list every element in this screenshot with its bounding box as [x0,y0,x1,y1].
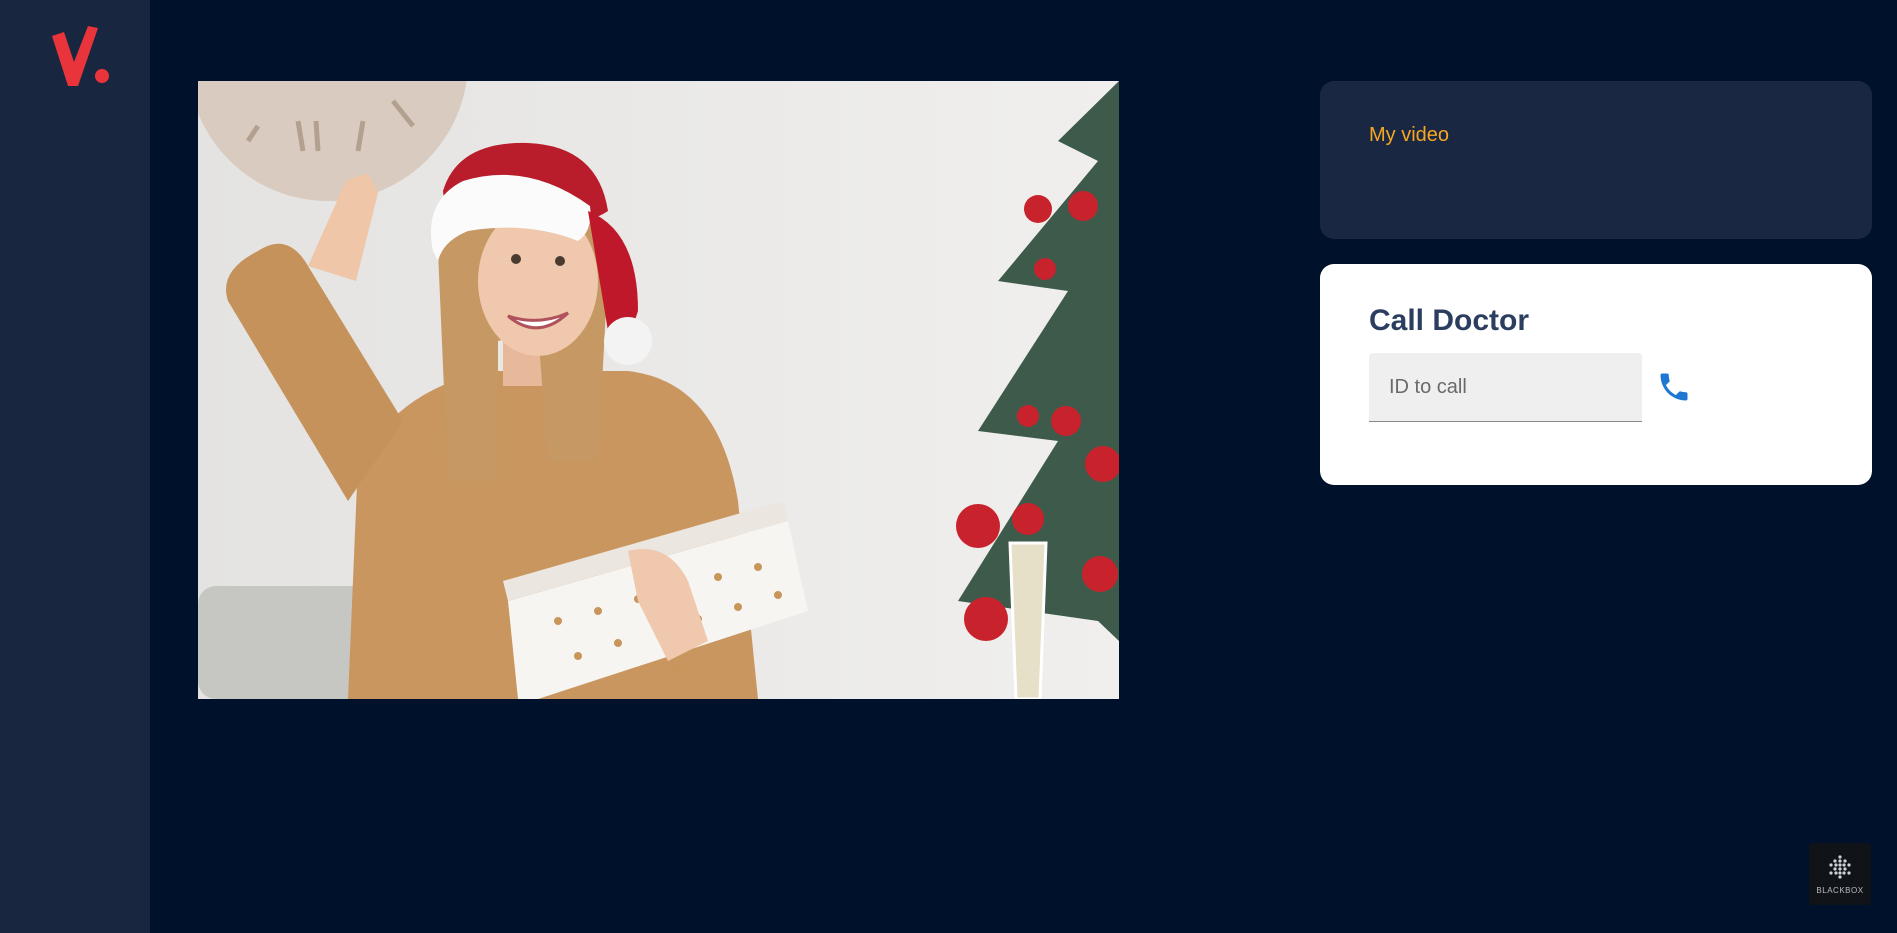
blackbox-logo-icon [1829,855,1851,879]
call-button[interactable] [1652,365,1696,409]
call-doctor-title: Call Doctor [1369,304,1530,337]
phone-icon [1660,373,1688,401]
my-video-label: My video [1369,124,1450,146]
app-logo[interactable] [50,24,114,88]
blackbox-brand-badge[interactable]: BLACKBOX [1809,843,1871,905]
id-to-call-input[interactable] [1369,353,1642,422]
blackbox-label: BLACKBOX [1816,886,1864,895]
remote-video [198,81,1119,699]
my-video-panel: My video [1320,81,1872,239]
call-doctor-panel: Call Doctor [1320,264,1872,485]
sidebar [0,0,150,933]
